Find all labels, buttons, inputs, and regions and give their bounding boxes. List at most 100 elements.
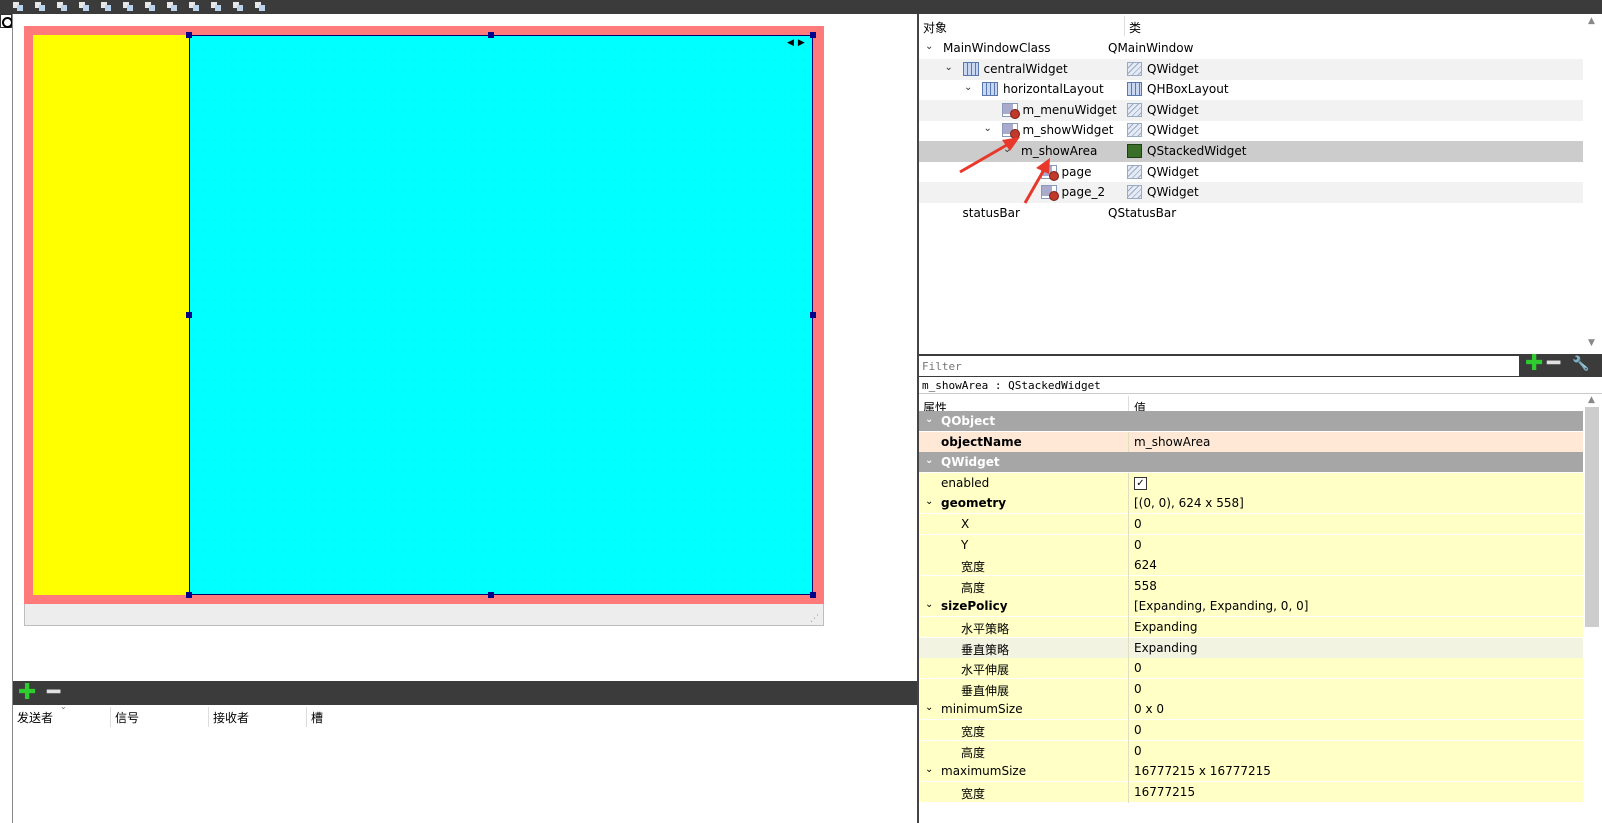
property-value[interactable]: Expanding <box>1134 620 1197 634</box>
expand-chevron-icon[interactable]: ⌄ <box>925 764 933 775</box>
property-name: QWidget <box>941 455 1000 470</box>
property-row[interactable]: 高度 558 <box>919 575 1583 597</box>
property-value[interactable]: [(0, 0), 624 x 558] <box>1134 496 1244 510</box>
enabled-checkbox[interactable]: ✓ <box>1134 476 1147 490</box>
property-row[interactable]: 水平策略 Expanding <box>919 617 1583 638</box>
property-row[interactable]: Y0 <box>919 534 1583 556</box>
toolbar-tool-icon[interactable] <box>188 1 200 12</box>
expand-chevron-icon[interactable]: ⌄ <box>925 41 933 52</box>
property-value[interactable]: 0 <box>1134 744 1142 758</box>
menu-widget-area[interactable] <box>33 35 189 595</box>
object-tree-row[interactable]: ⌄ MainWindowClass QMainWindow <box>919 38 1583 59</box>
expand-chevron-icon[interactable]: ⌄ <box>925 702 933 713</box>
object-tree-row[interactable]: page_2 QWidget <box>919 182 1583 204</box>
property-value[interactable]: Expanding <box>1134 641 1197 655</box>
property-editor-scrollbar[interactable]: ▲ <box>1583 394 1602 823</box>
toolbar-tool-icon[interactable] <box>56 1 68 12</box>
toolbar-tool-icon[interactable] <box>122 1 134 12</box>
wrench-icon[interactable]: 🔧 <box>1572 356 1589 372</box>
property-value[interactable]: 0 <box>1134 682 1142 696</box>
toolbar-tool-icon[interactable] <box>34 1 46 12</box>
expand-chevron-icon[interactable]: ⌄ <box>984 123 992 134</box>
expand-chevron-icon[interactable]: ⌄ <box>925 455 933 466</box>
scroll-down-icon[interactable]: ▼ <box>1588 338 1595 348</box>
show-area-stacked-widget[interactable] <box>189 35 813 595</box>
scrollbar-thumb[interactable] <box>1585 407 1599 627</box>
property-row[interactable]: 垂直策略 Expanding <box>919 637 1583 659</box>
column-signal[interactable]: 信号 <box>115 709 139 726</box>
property-value[interactable]: m_showArea <box>1134 435 1210 449</box>
column-slot[interactable]: 槽 <box>311 709 323 726</box>
property-row[interactable]: ⌄ sizePolicy [Expanding, Expanding, 0, 0] <box>919 596 1583 618</box>
object-tree-row[interactable]: page QWidget <box>919 162 1583 183</box>
property-value[interactable]: 0 <box>1134 517 1142 531</box>
property-value[interactable]: 0 <box>1134 661 1142 675</box>
object-tree-row[interactable]: ⌄ m_showArea QStackedWidget <box>919 141 1583 162</box>
object-tree-row[interactable]: ⌄ horizontalLayout QHBoxLayout <box>919 79 1583 100</box>
toolbar-tool-icon[interactable] <box>166 1 178 12</box>
property-value[interactable]: 624 <box>1134 558 1157 572</box>
toolbar-tool-icon[interactable] <box>12 1 24 12</box>
property-row[interactable]: 宽度 0 <box>919 720 1583 741</box>
property-row[interactable]: ⌄ maximumSize 16777215 x 16777215 <box>919 761 1583 783</box>
property-value[interactable]: 0 <box>1134 538 1142 552</box>
property-row[interactable]: ⌄ minimumSize 0 x 0 <box>919 699 1583 721</box>
expand-chevron-icon[interactable]: ⌄ <box>964 82 972 93</box>
object-tree-row[interactable]: ⌄ centralWidget QWidget <box>919 58 1583 80</box>
toolbar-tool-icon[interactable] <box>210 1 222 12</box>
property-row[interactable]: objectName m_showArea <box>919 431 1583 453</box>
selection-handle[interactable] <box>488 32 494 38</box>
layout-icon <box>1127 82 1142 97</box>
object-tree-row[interactable]: m_menuWidget QWidget <box>919 99 1583 121</box>
object-tree-row[interactable]: ⌄ m_showWidget QWidget <box>919 120 1583 141</box>
toolbar-tool-icon[interactable] <box>232 1 244 12</box>
property-row[interactable]: 水平伸展 0 <box>919 658 1583 680</box>
remove-property-button[interactable]: ━ <box>1547 352 1560 376</box>
selection-handle[interactable] <box>810 592 816 598</box>
property-value[interactable]: 558 <box>1134 579 1157 593</box>
toolbar-tool-icon[interactable] <box>254 1 266 12</box>
expand-chevron-icon[interactable]: ⌄ <box>945 62 953 73</box>
size-grip-icon[interactable]: ⋰ <box>810 614 819 624</box>
toolbar-tool-icon[interactable] <box>78 1 90 12</box>
property-value[interactable]: [Expanding, Expanding, 0, 0] <box>1134 599 1308 613</box>
header-class[interactable]: 类 <box>1129 19 1141 36</box>
property-group-row[interactable]: ⌄ QObject <box>919 411 1583 432</box>
object-tree-row[interactable]: statusBar QStatusBar <box>919 203 1583 224</box>
column-sender[interactable]: 发送者 <box>17 709 53 726</box>
scroll-up-icon[interactable]: ▲ <box>1588 16 1595 26</box>
toolbar-tool-icon[interactable] <box>144 1 156 12</box>
property-value[interactable]: 0 x 0 <box>1134 702 1164 716</box>
property-value[interactable]: 0 <box>1134 723 1142 737</box>
expand-chevron-icon[interactable]: ⌄ <box>925 496 933 507</box>
expand-chevron-icon[interactable]: ⌄ <box>925 599 933 610</box>
property-value[interactable]: 16777215 <box>1134 785 1195 799</box>
filter-input[interactable] <box>919 356 1519 376</box>
scroll-up-icon[interactable]: ▲ <box>1588 395 1595 405</box>
property-group-row[interactable]: ⌄ QWidget <box>919 452 1583 474</box>
header-object[interactable]: 对象 <box>923 19 947 36</box>
property-value[interactable]: 16777215 x 16777215 <box>1134 764 1271 778</box>
property-row[interactable]: 宽度 624 <box>919 555 1583 577</box>
selection-handle[interactable] <box>186 592 192 598</box>
selection-handle[interactable] <box>186 32 192 38</box>
selection-handle[interactable] <box>810 32 816 38</box>
column-receiver[interactable]: 接收者 <box>213 709 249 726</box>
property-row[interactable]: ⌄ geometry [(0, 0), 624 x 558] <box>919 493 1583 515</box>
property-row[interactable]: enabled ✓ <box>919 472 1583 494</box>
selection-handle[interactable] <box>186 312 192 318</box>
expand-chevron-icon[interactable]: ⌄ <box>925 414 933 425</box>
object-inspector-scrollbar[interactable]: ▲ ▼ <box>1583 14 1602 354</box>
selection-handle[interactable] <box>488 592 494 598</box>
property-row[interactable]: X0 <box>919 514 1583 535</box>
page-nav-arrows-icon[interactable]: ◀▶ <box>787 38 809 48</box>
toolbar-tool-icon[interactable] <box>100 1 112 12</box>
add-connection-button[interactable]: ✚ <box>18 681 36 705</box>
selection-handle[interactable] <box>810 312 816 318</box>
property-row[interactable]: 高度 0 <box>919 740 1583 762</box>
expand-chevron-icon[interactable]: ⌄ <box>1003 144 1011 155</box>
property-row[interactable]: 宽度 16777215 <box>919 781 1583 803</box>
remove-connection-button[interactable]: ━ <box>47 681 60 705</box>
property-row[interactable]: 垂直伸展 0 <box>919 678 1583 700</box>
add-property-button[interactable]: ✚ <box>1525 352 1543 376</box>
